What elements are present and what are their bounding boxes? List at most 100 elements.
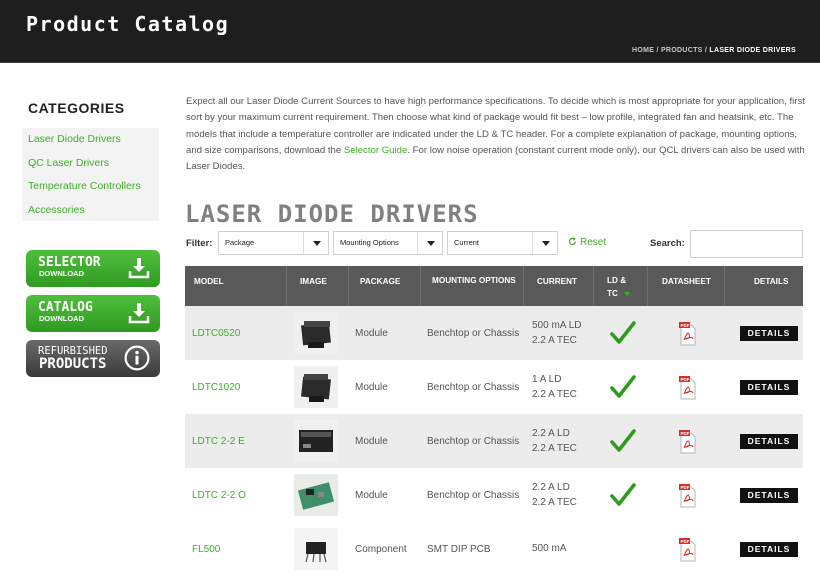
selector-download-subtitle: DOWNLOAD [39, 269, 84, 278]
product-image[interactable] [294, 360, 338, 414]
product-thumbnail [294, 474, 338, 516]
current-ld: 2.2 A LD [532, 481, 570, 493]
current-ld: 2.2 A LD [532, 427, 570, 439]
col-header-details: DETAILS [754, 277, 789, 286]
datasheet-cell: PDF [678, 414, 698, 468]
product-image[interactable] [294, 306, 338, 360]
mounting-filter-value: Mounting Options [340, 238, 399, 247]
col-header-package[interactable]: PACKAGE [349, 266, 421, 306]
col-header-ld-tc[interactable]: LD & TC [594, 266, 648, 306]
product-image[interactable] [294, 414, 338, 468]
breadcrumb: HOME / PRODUCTS / LASER DIODE DRIVERS [632, 47, 796, 54]
mounting-filter-select[interactable]: Mounting Options [333, 231, 443, 255]
checkmark-icon [610, 321, 636, 344]
download-icon [128, 258, 150, 279]
model-link[interactable]: LDTC0520 [192, 306, 240, 360]
category-laser-diode-drivers[interactable]: Laser Diode Drivers [22, 128, 159, 152]
pdf-icon[interactable]: PDF [678, 537, 698, 562]
datasheet-cell: PDF [678, 468, 698, 522]
col-header-image: IMAGE [287, 266, 349, 306]
details-button[interactable]: DETAILS [740, 487, 798, 503]
details-cell: DETAILS [740, 414, 798, 468]
info-icon [124, 345, 150, 371]
package-cell: Module [355, 381, 388, 393]
details-button[interactable]: DETAILS [740, 379, 798, 395]
pdf-icon[interactable]: PDF [678, 429, 698, 454]
reset-filters-button[interactable]: Reset [568, 237, 606, 248]
catalog-download-button[interactable]: CATALOG DOWNLOAD [26, 295, 160, 332]
pdf-icon[interactable]: PDF [678, 321, 698, 346]
current-tec: 2.2 A TEC [532, 497, 577, 508]
package-cell: Module [355, 435, 388, 447]
breadcrumb-current: LASER DIODE DRIVERS [709, 47, 796, 54]
ld-tc-cell [610, 306, 636, 360]
table-header: MODEL IMAGE PACKAGE MOUNTING OPTIONS CUR… [185, 266, 803, 306]
product-image[interactable] [294, 522, 338, 576]
category-temperature-controllers[interactable]: Temperature Controllers [22, 175, 159, 199]
svg-text:PDF: PDF [681, 377, 690, 382]
product-image[interactable] [294, 468, 338, 522]
refurbished-products-button[interactable]: REFURBISHED PRODUCTS [26, 340, 160, 377]
top-header: Product Catalog HOME / PRODUCTS / LASER … [0, 0, 820, 63]
pdf-icon[interactable]: PDF [678, 375, 698, 400]
current-ld: 1 A LD [532, 373, 562, 385]
pdf-icon[interactable]: PDF [678, 483, 698, 508]
current-cell: 2.2 A LD 2.2 A TEC [532, 414, 577, 468]
current-tec: 2.2 A TEC [532, 335, 577, 346]
details-button[interactable]: DETAILS [740, 325, 798, 341]
category-accessories[interactable]: Accessories [22, 199, 159, 223]
model-link[interactable]: FL500 [192, 522, 220, 576]
ld-tc-cell [610, 468, 636, 522]
table-row: LDTC0520 Module Benchtop or Chassis 500 … [185, 306, 803, 360]
current-cell: 500 mA [532, 522, 566, 576]
col-header-mounting-label: MOUNTING OPTIONS [432, 276, 516, 285]
checkmark-icon [610, 375, 636, 398]
details-cell: DETAILS [740, 522, 798, 576]
checkmark-icon [610, 429, 636, 452]
category-qc-laser-drivers[interactable]: QC Laser Drivers [22, 152, 159, 176]
mounting-cell: SMT DIP PCB [427, 543, 491, 555]
model-link[interactable]: LDTC 2-2 O [192, 468, 246, 522]
table-row: LDTC 2-2 E Module Benchtop or Chassis 2.… [185, 414, 803, 468]
chevron-down-icon [313, 241, 321, 246]
table-row: LDTC 2-2 O Module Benchtop or Chassis 2.… [185, 468, 803, 522]
selector-guide-link[interactable]: Selector Guide [344, 145, 407, 156]
datasheet-cell: PDF [678, 360, 698, 414]
product-thumbnail [294, 528, 338, 570]
breadcrumb-home[interactable]: HOME [632, 47, 654, 54]
current-ld: 500 mA LD [532, 319, 582, 331]
product-thumbnail [294, 312, 338, 354]
model-link[interactable]: LDTC1020 [192, 360, 240, 414]
col-header-mounting[interactable]: MOUNTING OPTIONS [421, 266, 524, 306]
col-header-datasheet: DATASHEET [648, 266, 725, 306]
col-header-model[interactable]: MODEL [185, 266, 287, 306]
selector-download-button[interactable]: SELECTOR DOWNLOAD [26, 250, 160, 287]
checkmark-icon [610, 483, 636, 506]
catalog-download-title: CATALOG [38, 300, 93, 315]
search-input[interactable] [690, 230, 803, 258]
site-title: Product Catalog [26, 12, 230, 36]
chevron-down-icon [542, 241, 550, 246]
current-ld: 500 mA [532, 543, 567, 555]
svg-text:PDF: PDF [681, 323, 690, 328]
mounting-cell: Benchtop or Chassis [427, 381, 520, 393]
breadcrumb-products[interactable]: PRODUCTS [661, 47, 703, 54]
select-divider [417, 232, 418, 254]
categories-title: CATEGORIES [28, 100, 125, 116]
category-list: Laser Diode Drivers QC Laser Drivers Tem… [22, 128, 159, 221]
ld-tc-cell [610, 414, 636, 468]
current-filter-select[interactable]: Current [447, 231, 558, 255]
filter-label: Filter: [186, 238, 213, 249]
product-thumbnail [294, 420, 338, 462]
mounting-cell: Benchtop or Chassis [427, 489, 520, 501]
details-button[interactable]: DETAILS [740, 433, 798, 449]
col-header-current[interactable]: CURRENT [524, 266, 594, 306]
page-title: LASER DIODE DRIVERS [185, 200, 479, 228]
current-cell: 2.2 A LD 2.2 A TEC [532, 468, 577, 522]
package-cell: Module [355, 327, 388, 339]
current-cell: 1 A LD 2.2 A TEC [532, 360, 577, 414]
model-link[interactable]: LDTC 2-2 E [192, 414, 245, 468]
details-button[interactable]: DETAILS [740, 541, 798, 557]
package-filter-select[interactable]: Package [218, 231, 329, 255]
svg-text:PDF: PDF [681, 485, 690, 490]
